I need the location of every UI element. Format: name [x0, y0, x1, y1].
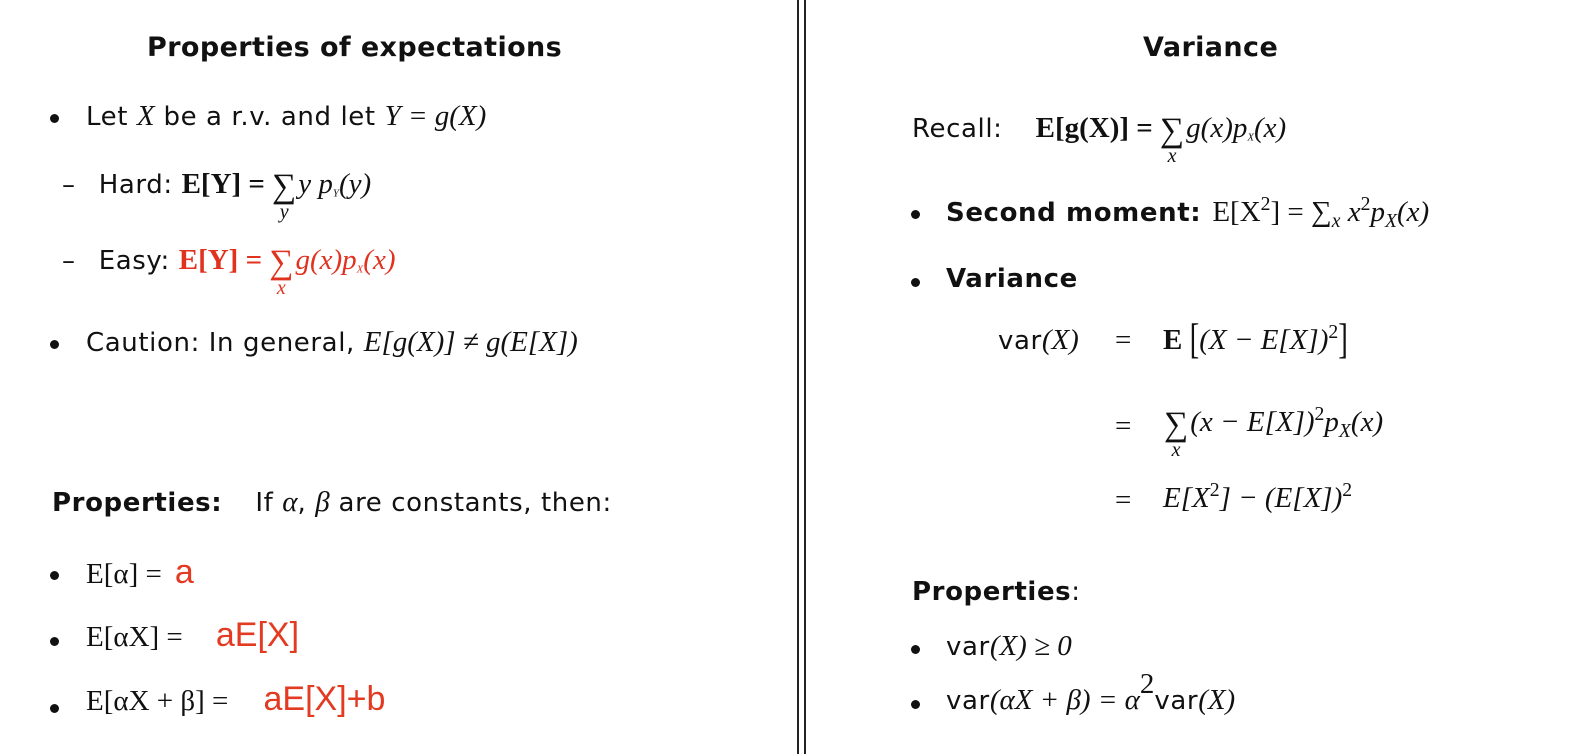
- handwritten-answer: aE[X]: [215, 616, 300, 654]
- bullet: [50, 571, 59, 580]
- sum-symbol: ∑ x: [269, 244, 294, 299]
- item-easy: – Easy: E[Y] = ∑ x g(x)pX(x): [62, 244, 396, 299]
- right-properties-heading: Properties:: [912, 577, 1081, 607]
- variance-def-line-3: E[X2] − (E[X])2: [1163, 479, 1353, 514]
- bullet: [911, 278, 920, 287]
- recall-line: Recall: E[g(X)] = ∑ x g(x)pX(x): [912, 112, 1287, 167]
- prop-expectation-constant: E[α] = a: [86, 553, 194, 591]
- prop-expectation-scaled: E[αX] = aE[X]: [86, 616, 300, 654]
- equals-sign: =: [1115, 484, 1132, 516]
- handwritten-answer: aE[X]+b: [263, 680, 386, 718]
- variance-def-line-1: E [(X − E[X])2]: [1163, 316, 1348, 363]
- bullet: [911, 700, 920, 709]
- bullet: [911, 210, 920, 219]
- equals-sign: =: [1115, 410, 1132, 442]
- equals-sign: =: [1115, 324, 1132, 356]
- var-nonnegative: var(X) ≥ 0: [946, 630, 1072, 662]
- handwritten-answer: a: [174, 553, 194, 591]
- second-moment-line: Second moment: E[X2] = ∑x x2pX(x): [946, 193, 1430, 232]
- item-let-x: Let X be a r.v. and let Y = g(X): [86, 100, 487, 132]
- var-affine: var(αX + β) = α2var(X): [946, 668, 1236, 716]
- slide-divider-right: [804, 0, 806, 754]
- bullet: [50, 114, 59, 123]
- sum-symbol: ∑ x: [1159, 112, 1185, 167]
- right-title: Variance: [1143, 32, 1279, 63]
- var-lhs: var(X): [998, 324, 1079, 356]
- item-caution: Caution: In general, E[g(X)] ≠ g(E[X]): [86, 326, 578, 358]
- bullet: [50, 340, 59, 349]
- properties-heading: Properties: If α, β are constants, then:: [52, 486, 612, 518]
- variance-def-line-2: ∑ x (x − E[X])2pX(x): [1164, 403, 1384, 461]
- bullet: [50, 704, 59, 713]
- slide-divider-left: [797, 0, 799, 754]
- sum-symbol: ∑ y: [272, 168, 297, 223]
- prop-expectation-affine: E[αX + β] = aE[X]+b: [86, 680, 386, 718]
- sum-symbol: ∑ x: [1164, 406, 1189, 461]
- item-hard: – Hard: E[Y] = ∑ y y pY(y): [62, 168, 372, 223]
- left-title: Properties of expectations: [147, 32, 563, 63]
- bullet: [50, 637, 59, 646]
- variance-heading: Variance: [946, 264, 1078, 294]
- bullet: [911, 645, 920, 654]
